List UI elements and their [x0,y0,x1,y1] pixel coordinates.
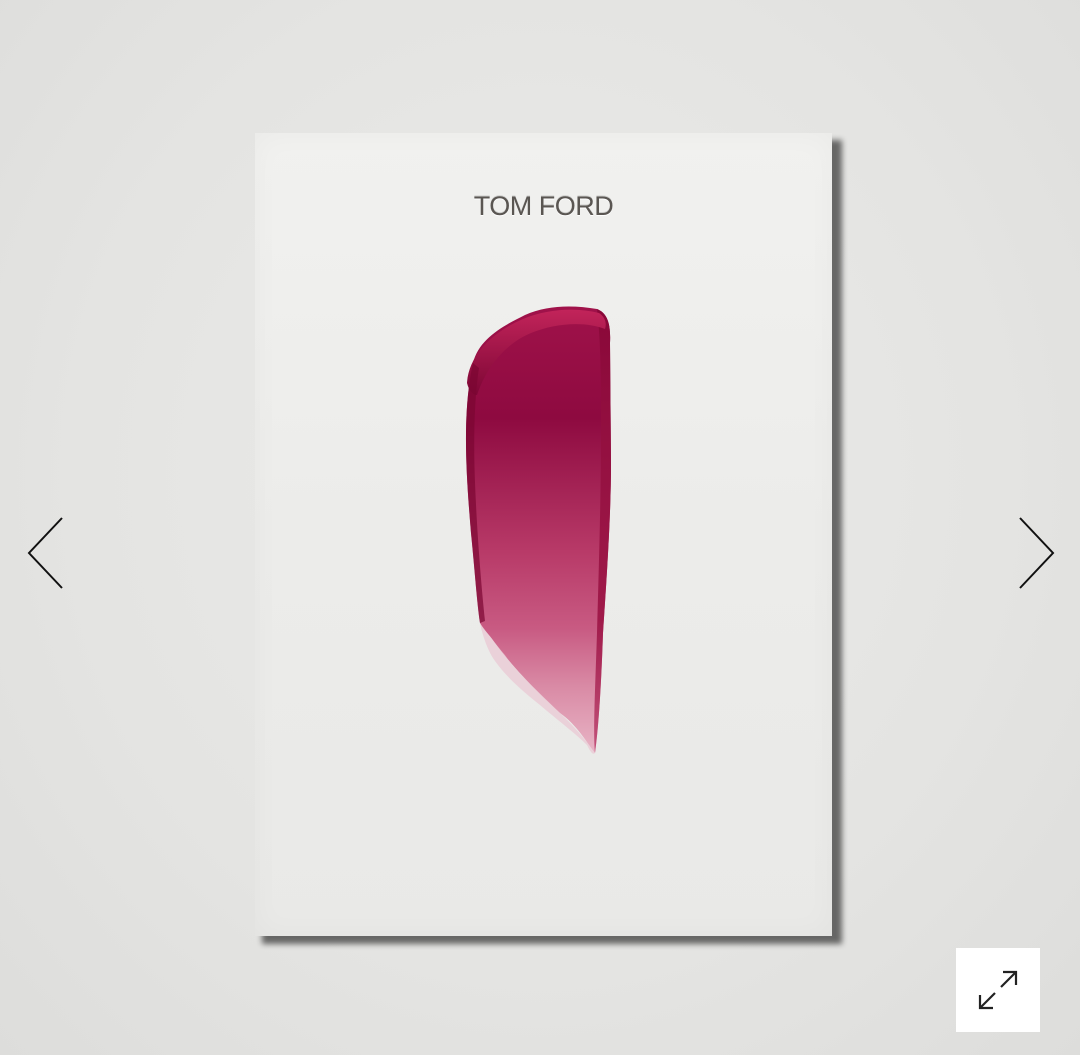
product-image-gallery: TOM FORD [0,0,1080,1055]
fullscreen-button[interactable] [956,948,1040,1032]
chevron-left-icon [27,517,63,589]
next-image-button[interactable] [1014,514,1058,592]
expand-icon [978,970,1018,1010]
chevron-right-icon [1019,517,1055,589]
lipstick-swatch [465,306,611,754]
previous-image-button[interactable] [24,514,68,592]
swatch-card: TOM FORD [255,133,832,936]
